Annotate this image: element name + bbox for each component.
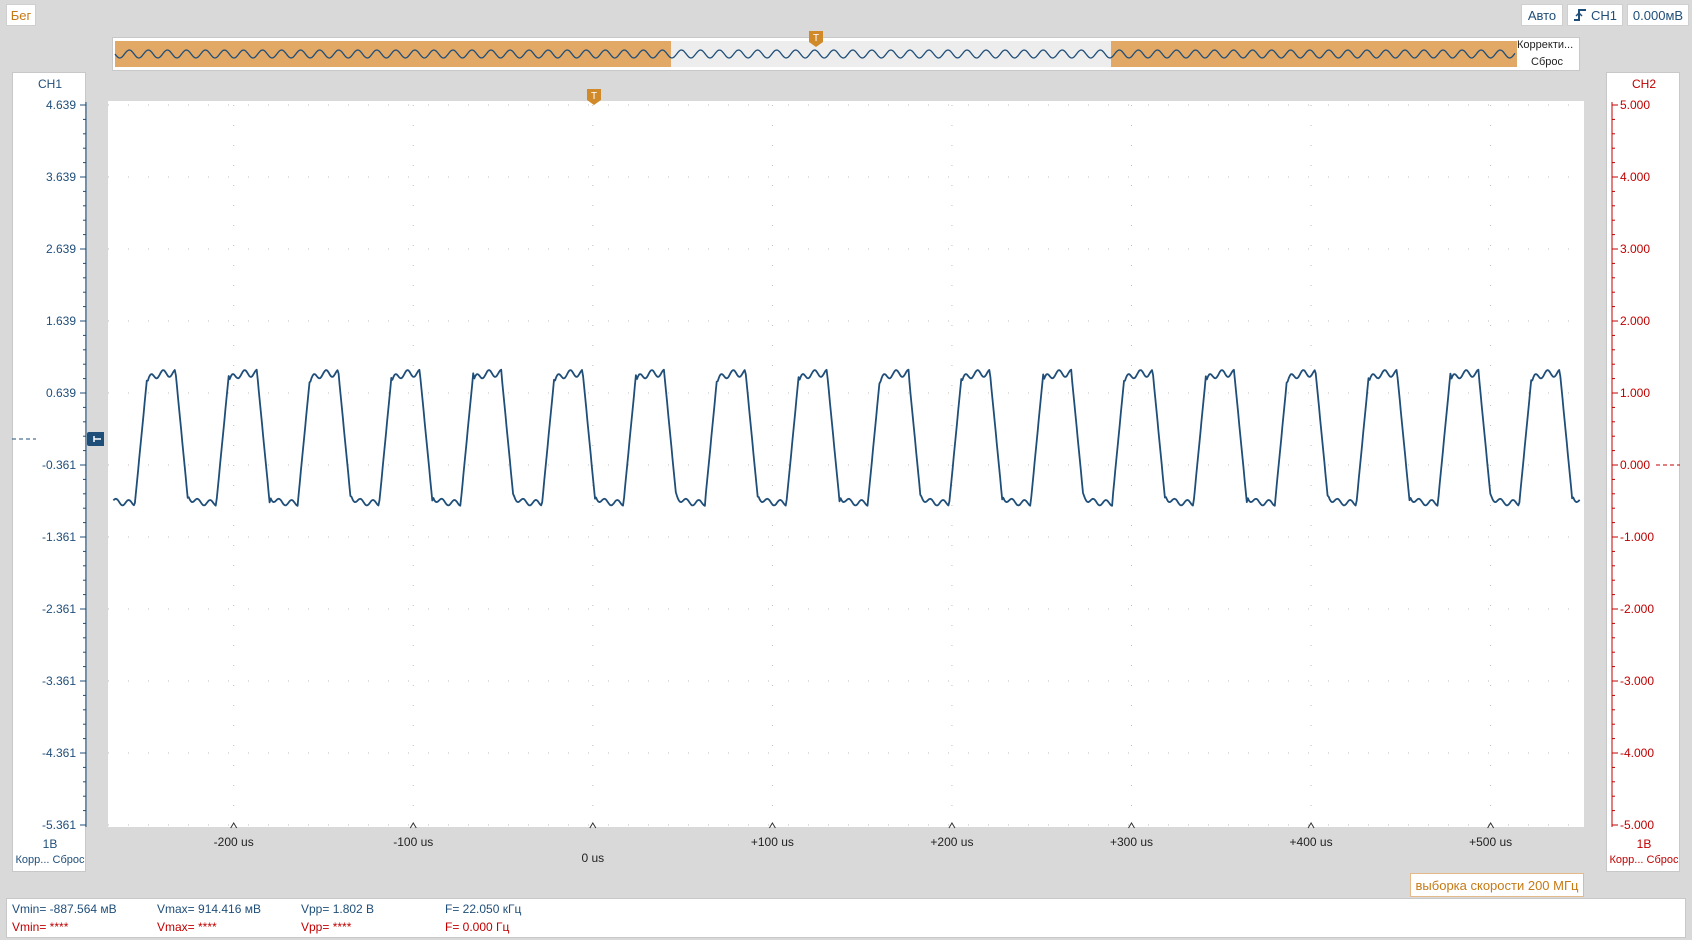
ch1-axis-panel: CH1 1В Корр... Сброс: [12, 72, 86, 872]
overview-correct-button[interactable]: Корректи...: [1517, 39, 1577, 53]
svg-text:T: T: [813, 33, 819, 44]
sample-rate-label: выборка скорости 200 МГц: [1410, 873, 1584, 897]
trigger-mode-button[interactable]: Авто: [1521, 4, 1563, 26]
ch1-scale[interactable]: 1В: [13, 837, 87, 851]
overview-waveform: [114, 41, 1517, 67]
ch2-ground-dash: [1656, 464, 1680, 466]
ch1-corr-reset[interactable]: Корр... Сброс: [13, 854, 87, 866]
measurements-panel: Vmin= -887.564 мВ Vmax= 914.416 мВ Vpp= …: [6, 898, 1686, 938]
ch2-corr-button[interactable]: Корр...: [1610, 854, 1644, 866]
ch2-scale[interactable]: 1В: [1607, 837, 1681, 851]
x-tick-label: -200 us: [214, 835, 254, 849]
ch2-reset-button[interactable]: Сброс: [1647, 854, 1679, 866]
ch1-reset-button[interactable]: Сброс: [53, 854, 85, 866]
ch1-vmin: Vmin= -887.564 мВ: [12, 902, 117, 916]
x-tick-label: +100 us: [751, 835, 794, 849]
rising-edge-icon: [1573, 9, 1586, 21]
x-tick-label: +300 us: [1110, 835, 1153, 849]
waveform-overview[interactable]: [112, 37, 1580, 71]
ch2-vmax: Vmax= ****: [157, 920, 217, 934]
ch1-vmax: Vmax= 914.416 мВ: [157, 902, 261, 916]
x-tick-label: +400 us: [1290, 835, 1333, 849]
x-tick-label: 0 us: [581, 851, 604, 865]
ch1-freq: F= 22.050 кГц: [445, 902, 522, 916]
ch2-axis-panel: CH2 1В Корр... Сброс: [1606, 72, 1680, 872]
svg-text:T: T: [591, 91, 597, 102]
x-tick-label: -100 us: [393, 835, 433, 849]
ch1-title[interactable]: CH1: [13, 77, 87, 91]
ch2-freq: F= 0.000 Гц: [445, 920, 510, 934]
ch1-vpp: Vpp= 1.802 В: [301, 902, 375, 916]
ch1-ground-marker[interactable]: [86, 431, 106, 447]
trigger-source-button[interactable]: CH1: [1567, 4, 1623, 26]
overview-trigger-marker[interactable]: T: [808, 30, 824, 48]
ch2-vpp: Vpp= ****: [301, 920, 352, 934]
oscilloscope-plot[interactable]: [108, 101, 1584, 827]
run-status-button[interactable]: Бег: [6, 4, 36, 26]
x-axis: -200 us -100 us 0 us +100 us +200 us +300 us +…: [214, 822, 1512, 865]
x-tick-label: +200 us: [930, 835, 973, 849]
trigger-source-label: CH1: [1590, 7, 1617, 23]
ch2-vmin: Vmin= ****: [12, 920, 69, 934]
ch2-title[interactable]: CH2: [1607, 77, 1681, 91]
ch1-ground-dash: [12, 438, 36, 440]
x-tick-label: +500 us: [1469, 835, 1512, 849]
overview-reset-button[interactable]: Сброс: [1517, 56, 1577, 70]
plot-trigger-marker[interactable]: T: [586, 88, 602, 106]
ch1-corr-button[interactable]: Корр...: [16, 854, 50, 866]
trigger-level-button[interactable]: 0.000мВ: [1627, 4, 1689, 26]
ch2-corr-reset[interactable]: Корр... Сброс: [1607, 854, 1681, 866]
